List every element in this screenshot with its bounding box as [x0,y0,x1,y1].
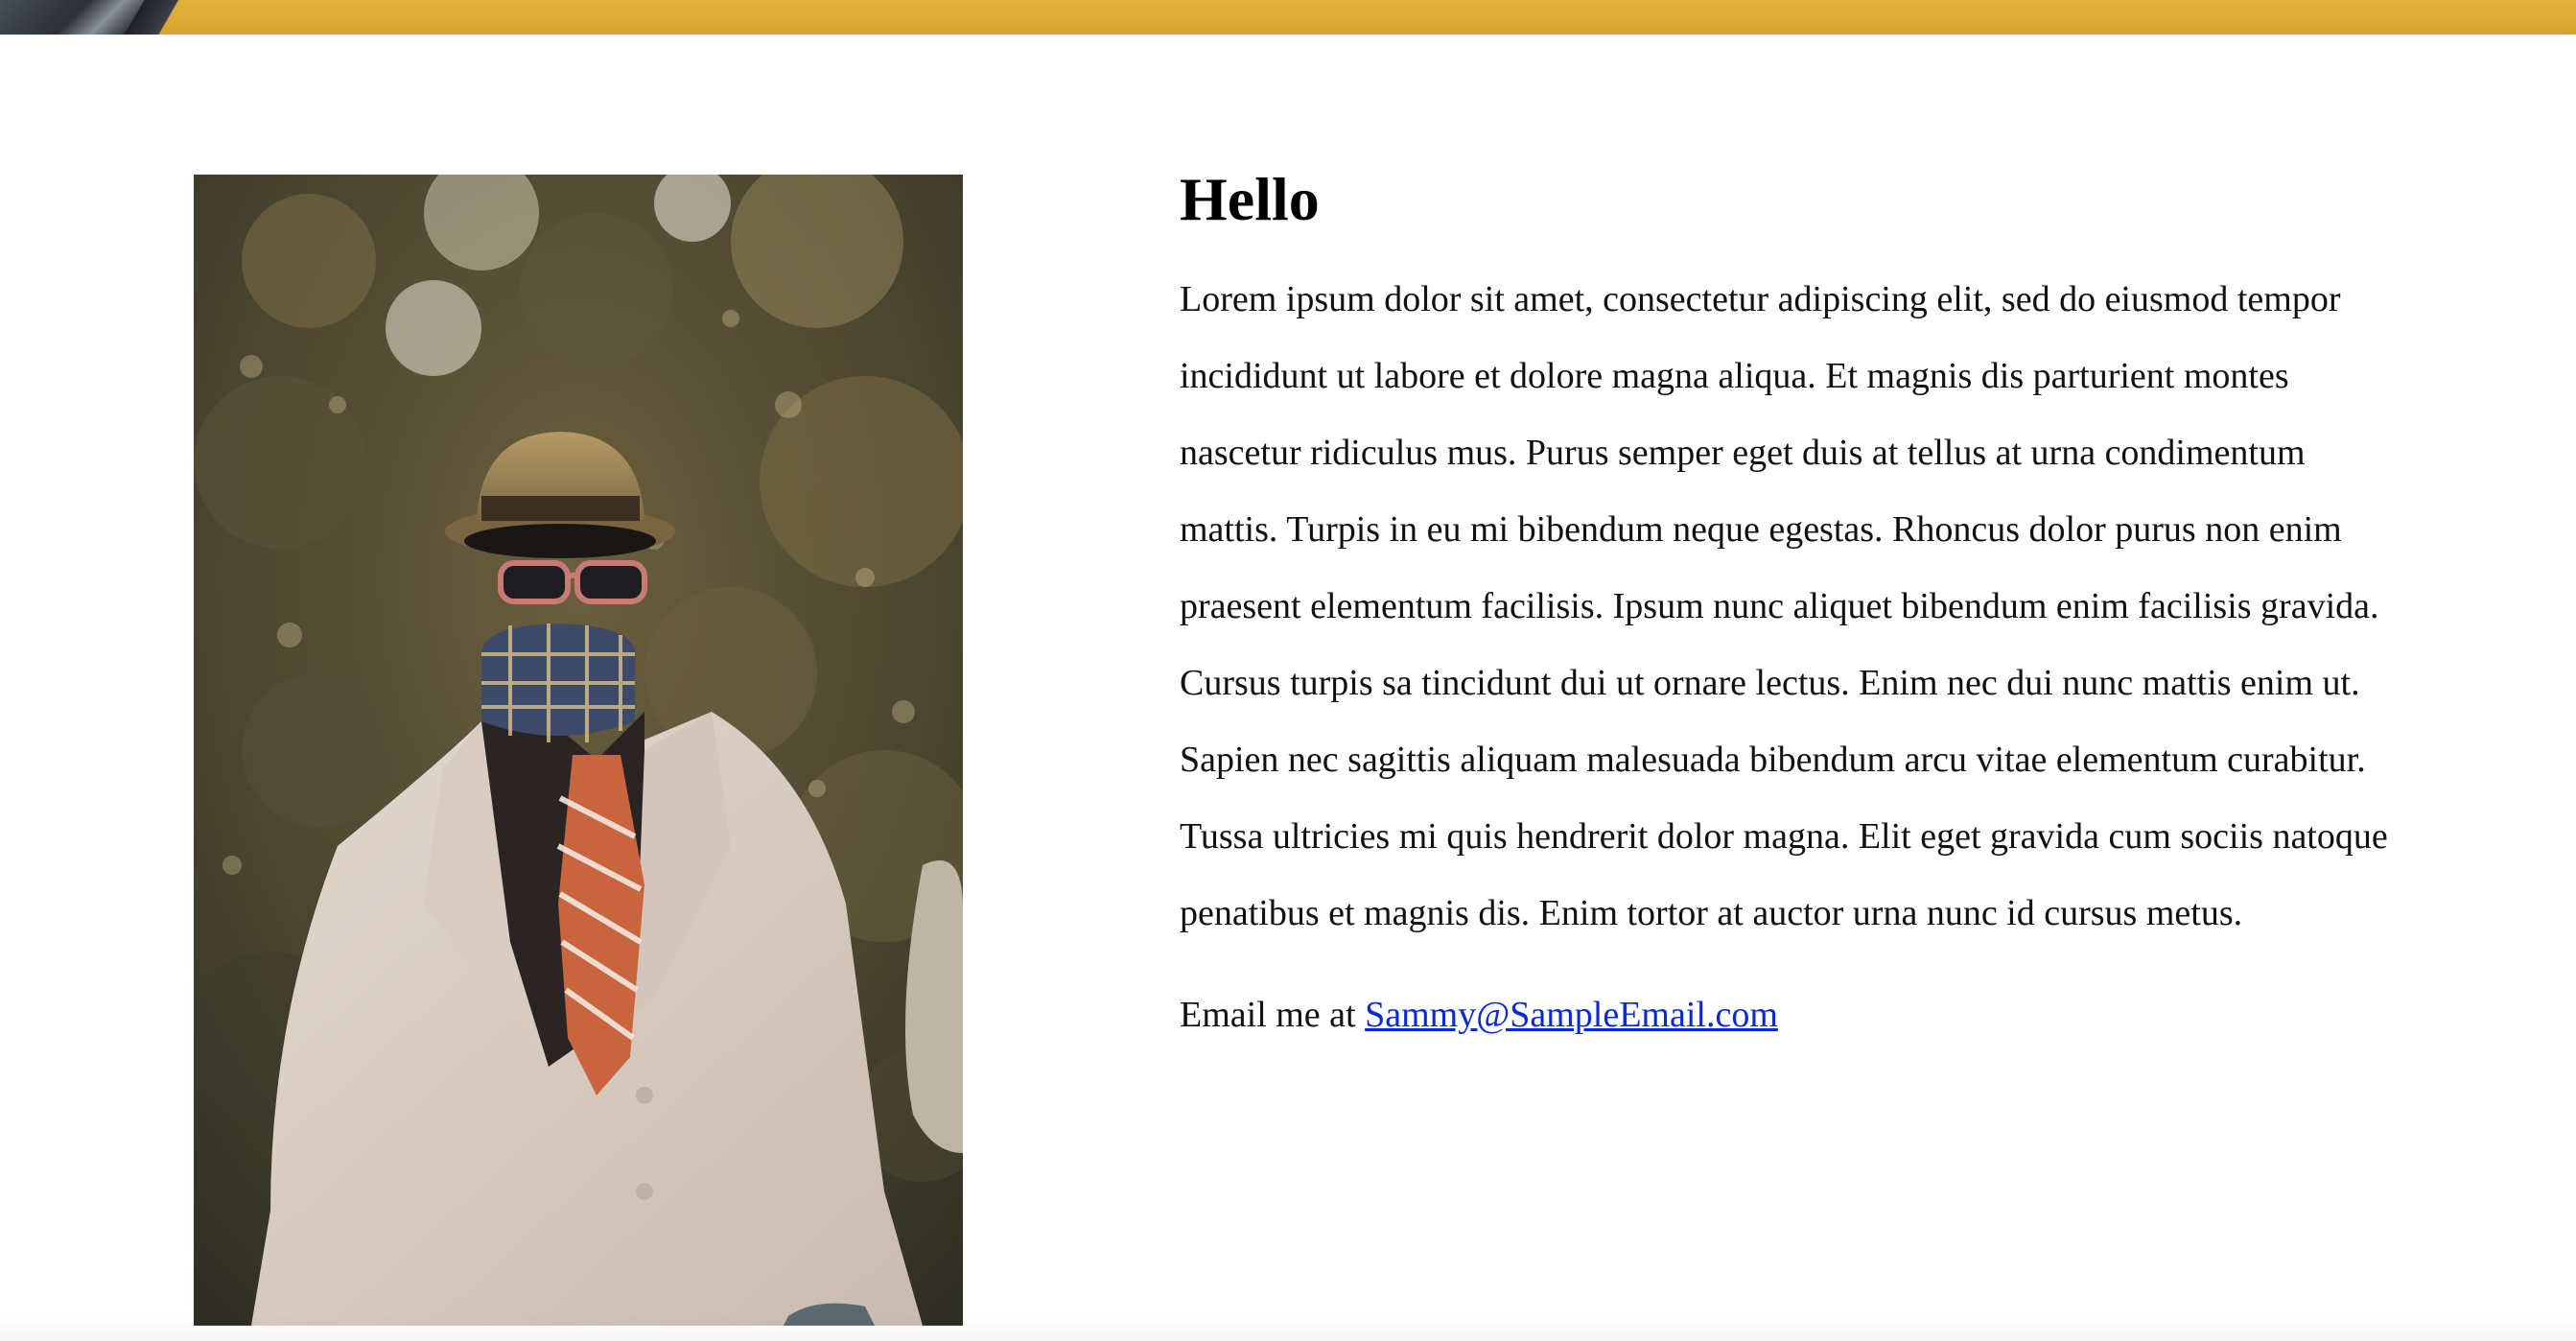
main-content: Hello Lorem ipsum dolor sit amet, consec… [1180,163,2388,1044]
email-link[interactable]: Sammy@SampleEmail.com [1365,995,1778,1035]
bottom-shade [0,1314,2576,1341]
banner-pole-shadow [115,0,201,35]
contact-prefix: Email me at [1180,995,1356,1035]
header-banner-image [0,0,2576,35]
contact-line: Email me at Sammy@SampleEmail.com [1180,986,2388,1044]
page-title: Hello [1180,165,1320,233]
profile-photo [194,175,963,1326]
intro-paragraph: Lorem ipsum dolor sit amet, consectetur … [1180,279,2388,933]
